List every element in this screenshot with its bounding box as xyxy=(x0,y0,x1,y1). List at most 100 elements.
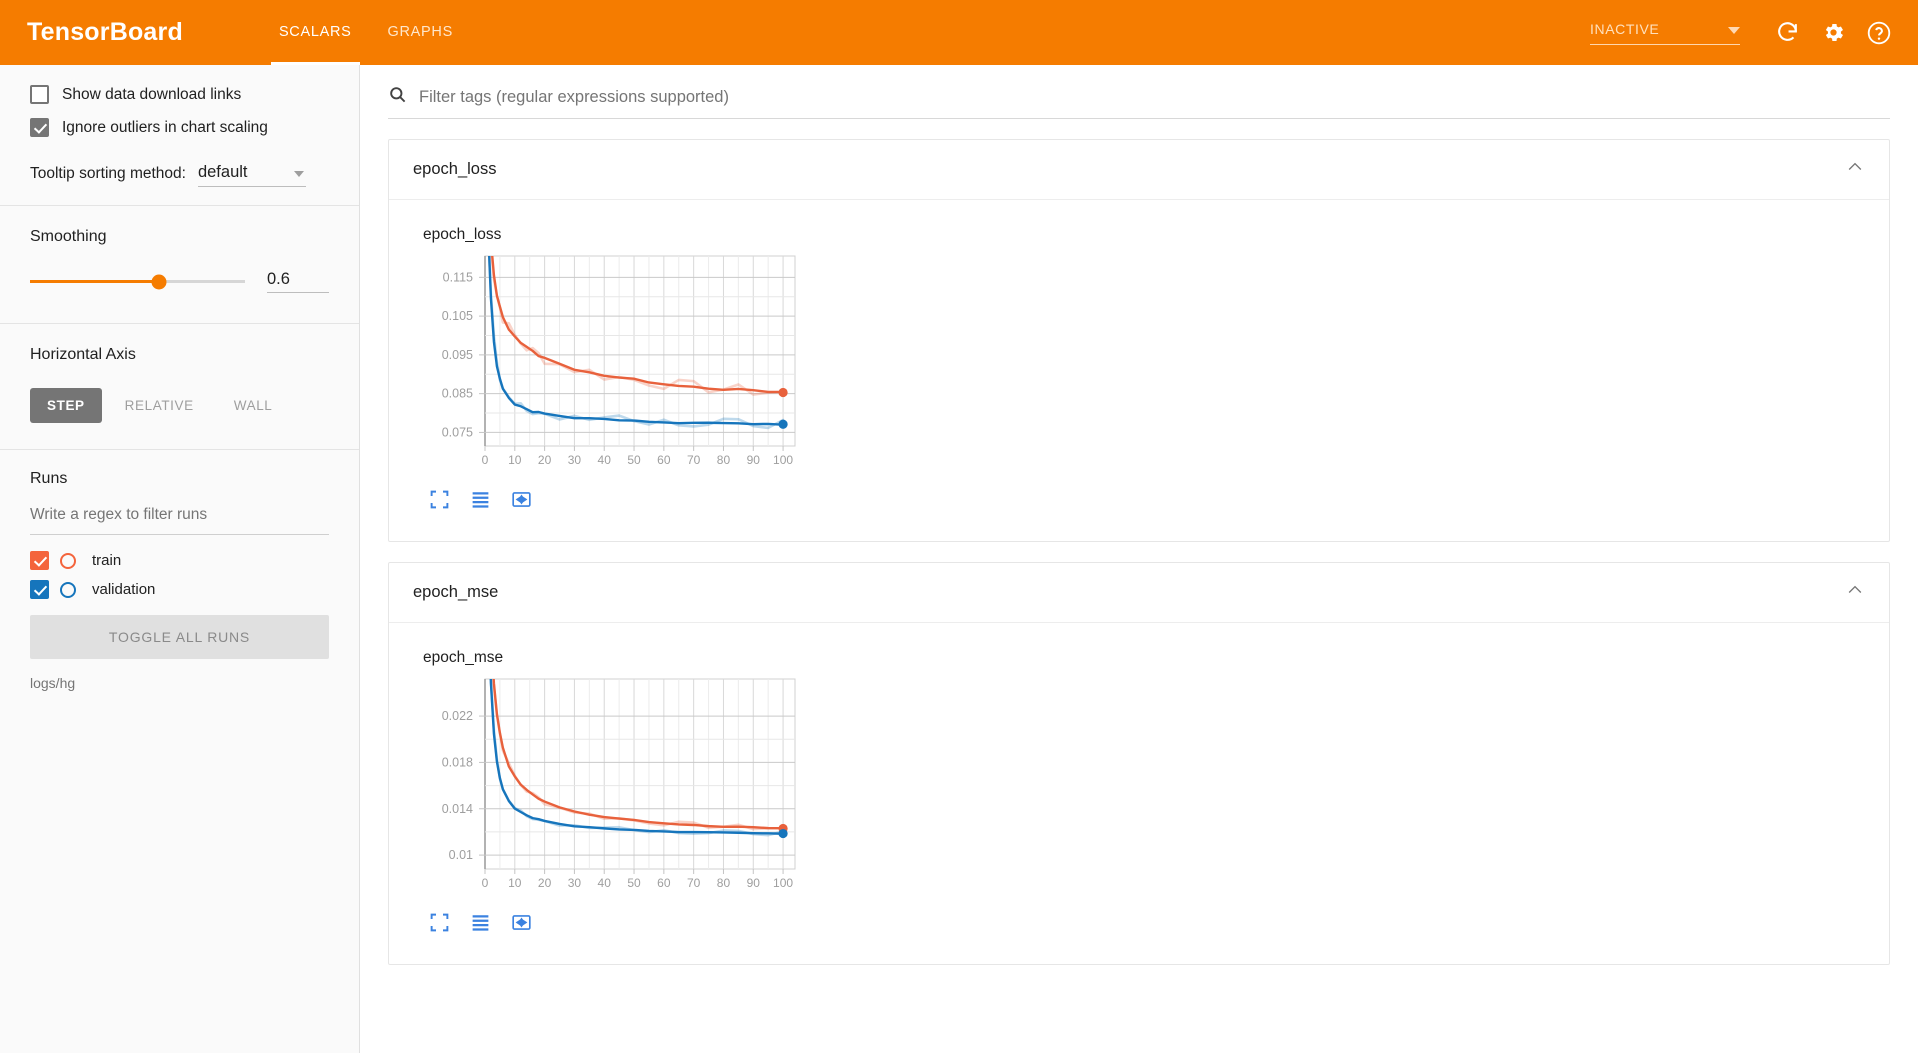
tab-scalars[interactable]: SCALARS xyxy=(261,0,370,65)
checkbox-label: Ignore outliers in chart scaling xyxy=(62,118,268,136)
tag-filter-box xyxy=(388,85,1890,119)
runs-title: Runs xyxy=(30,470,68,487)
svg-text:60: 60 xyxy=(657,876,671,890)
card-body: epoch_mse 0 10 20 30 40 50 60 70 80 90 100 0.01 0.01… xyxy=(389,623,1889,964)
nav-tabs: SCALARS GRAPHS xyxy=(261,0,471,65)
chart-toolbar xyxy=(429,912,1865,938)
toggle-all-runs-button[interactable]: TOGGLE ALL RUNS xyxy=(30,615,329,659)
sidebar-smoothing-section: Smoothing 0.6 xyxy=(0,206,359,293)
gear-icon[interactable] xyxy=(1812,12,1854,54)
svg-text:10: 10 xyxy=(508,876,522,890)
svg-text:100: 100 xyxy=(773,453,793,467)
svg-text:0.014: 0.014 xyxy=(442,802,473,816)
checkbox-ignore-outliers[interactable]: Ignore outliers in chart scaling xyxy=(30,118,329,137)
axis-button-relative[interactable]: RELATIVE xyxy=(108,388,211,423)
svg-text:40: 40 xyxy=(598,876,612,890)
slider-fill xyxy=(30,280,159,283)
sidebar-axis-section: Horizontal Axis STEP RELATIVE WALL xyxy=(0,324,359,423)
checkbox-box xyxy=(30,118,49,137)
svg-text:0.075: 0.075 xyxy=(442,425,473,439)
smoothing-slider[interactable] xyxy=(30,274,245,289)
svg-text:90: 90 xyxy=(747,453,761,467)
tooltip-sorting-value: default xyxy=(197,163,248,181)
svg-text:20: 20 xyxy=(538,453,552,467)
chevron-up-icon[interactable] xyxy=(1845,580,1865,605)
chart-title: epoch_mse xyxy=(423,649,504,666)
svg-text:50: 50 xyxy=(627,876,641,890)
expand-icon[interactable] xyxy=(429,489,450,515)
app-brand: TensorBoard xyxy=(27,18,183,46)
svg-text:10: 10 xyxy=(508,453,522,467)
card-title: epoch_loss xyxy=(413,160,497,178)
checkbox-label: Show data download links xyxy=(62,85,242,103)
svg-text:90: 90 xyxy=(747,876,761,890)
slider-knob[interactable] xyxy=(151,274,167,289)
log-directory-path: logs/hg xyxy=(30,675,76,691)
tag-filter-bar xyxy=(360,65,1918,119)
card-epoch-mse: epoch_mse epoch_mse 0 10 20 30 40 50 60 70 80 90 1… xyxy=(388,562,1890,965)
card-header[interactable]: epoch_loss xyxy=(389,140,1889,200)
svg-text:30: 30 xyxy=(568,876,582,890)
chevron-down-icon xyxy=(293,171,304,177)
run-color-circle xyxy=(60,581,76,598)
fit-domain-icon[interactable] xyxy=(511,489,532,515)
svg-text:0.022: 0.022 xyxy=(442,709,473,723)
card-epoch-loss: epoch_loss epoch_loss 0 10 20 30 40 50 60 70 80 9… xyxy=(388,139,1890,542)
card-header[interactable]: epoch_mse xyxy=(389,563,1889,623)
svg-text:30: 30 xyxy=(568,453,582,467)
chevron-down-icon xyxy=(1728,26,1740,34)
axis-button-step[interactable]: STEP xyxy=(30,388,102,423)
tooltip-sorting-label: Tooltip sorting method: xyxy=(30,165,186,182)
svg-text:80: 80 xyxy=(717,876,731,890)
run-color-circle xyxy=(60,552,76,569)
run-item-train[interactable]: train xyxy=(30,551,329,570)
line-chart-epoch-mse[interactable]: 0 10 20 30 40 50 60 70 80 90 100 0.01 0.014 0.018 0.02… xyxy=(413,673,813,903)
svg-text:0.115: 0.115 xyxy=(443,270,473,284)
refresh-icon[interactable] xyxy=(1766,12,1808,54)
card-body: epoch_loss 0 10 20 30 40 50 60 70 80 90 100 0.075 0.… xyxy=(389,200,1889,541)
svg-text:0.105: 0.105 xyxy=(442,309,473,323)
checkbox-show-download-links[interactable]: Show data download links xyxy=(30,85,329,104)
data-table-icon[interactable] xyxy=(470,489,491,515)
svg-text:100: 100 xyxy=(773,876,793,890)
sidebar: Show data download links Ignore outliers… xyxy=(0,65,360,1053)
horizontal-axis-title: Horizontal Axis xyxy=(30,346,136,363)
tooltip-sorting-row: Tooltip sorting method: default xyxy=(30,163,329,187)
svg-text:0: 0 xyxy=(482,876,489,890)
svg-text:40: 40 xyxy=(598,453,612,467)
runs-filter-input[interactable] xyxy=(30,506,329,535)
run-checkbox[interactable] xyxy=(30,551,49,570)
chart-toolbar xyxy=(429,489,1865,515)
help-icon[interactable] xyxy=(1858,12,1900,54)
card-title: epoch_mse xyxy=(413,583,499,601)
tooltip-sorting-select[interactable]: default xyxy=(197,163,306,187)
app-header: TensorBoard SCALARS GRAPHS INACTIVE xyxy=(0,0,1918,65)
tag-filter-input[interactable] xyxy=(419,87,1890,107)
chevron-up-icon[interactable] xyxy=(1845,157,1865,182)
horizontal-axis-buttons: STEP RELATIVE WALL xyxy=(30,388,329,423)
line-chart-epoch-loss[interactable]: 0 10 20 30 40 50 60 70 80 90 100 0.075 0.085 0.095 0.1… xyxy=(413,250,813,480)
smoothing-value[interactable]: 0.6 xyxy=(267,270,329,293)
expand-icon[interactable] xyxy=(429,912,450,938)
smoothing-slider-row: 0.6 xyxy=(30,270,329,293)
run-checkbox[interactable] xyxy=(30,580,49,599)
run-label: train xyxy=(92,552,122,569)
fit-domain-icon[interactable] xyxy=(511,912,532,938)
checkbox-box xyxy=(30,85,49,104)
axis-button-wall[interactable]: WALL xyxy=(217,388,290,423)
run-label: validation xyxy=(92,581,156,598)
search-icon xyxy=(388,85,407,109)
chart-title: epoch_loss xyxy=(423,226,502,243)
svg-text:0: 0 xyxy=(482,453,489,467)
run-item-validation[interactable]: validation xyxy=(30,580,329,599)
svg-text:20: 20 xyxy=(538,876,552,890)
tab-graphs[interactable]: GRAPHS xyxy=(370,0,471,65)
svg-text:0.085: 0.085 xyxy=(442,387,473,401)
run-status-select[interactable]: INACTIVE xyxy=(1590,21,1740,45)
svg-text:0.095: 0.095 xyxy=(442,348,473,362)
svg-text:60: 60 xyxy=(657,453,671,467)
sidebar-runs-section: Runs train validation TOGGLE ALL RUNS lo… xyxy=(0,450,359,691)
smoothing-title: Smoothing xyxy=(30,228,107,245)
data-table-icon[interactable] xyxy=(470,912,491,938)
svg-text:70: 70 xyxy=(687,453,701,467)
